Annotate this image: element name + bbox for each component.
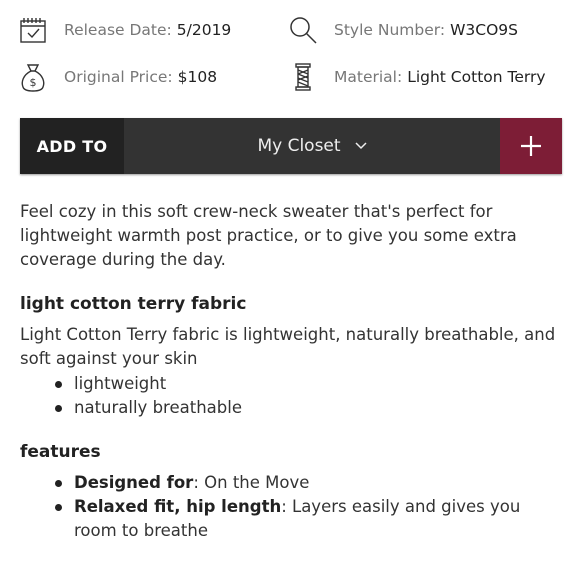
add-plus-button[interactable] [500,118,562,174]
product-description: Feel cozy in this soft crew-neck sweater… [20,202,517,269]
add-to-bar: ADD TO My Closet [20,118,562,174]
original-price: $ Original Price: $108 [18,62,217,92]
release-date: Release Date: 5/2019 [18,15,231,45]
yarn-spool-icon [288,62,318,92]
feature-item: Designed for: On the Move [20,471,550,495]
original-price-value: $108 [177,68,218,86]
list-item: lightweight [20,372,550,396]
features-heading: features [20,442,101,462]
calendar-icon [18,15,48,45]
style-number-label: Style Number: [334,21,446,39]
original-price-label: Original Price: [64,68,173,86]
search-icon [288,15,318,45]
product-meta: Release Date: 5/2019 Style Number: W3CO9… [0,0,580,110]
material: Material: Light Cotton Terry [288,62,546,92]
fabric-list: lightweight naturally breathable [20,372,550,420]
release-date-label: Release Date: [64,21,172,39]
chevron-down-icon [355,142,367,150]
material-label: Material: [334,68,403,86]
release-date-value: 5/2019 [176,21,232,39]
features-list: Designed for: On the Move Relaxed fit, h… [20,471,550,543]
feature-title: Relaxed fit, hip length [74,497,282,516]
plus-icon [521,136,541,156]
fabric-description: Light Cotton Terry fabric is lightweight… [20,325,556,368]
style-number-value: W3CO9S [450,21,518,39]
list-item: naturally breathable [20,396,550,420]
feature-text: : On the Move [193,473,310,492]
fabric-heading: light cotton terry fabric [20,294,247,314]
material-value: Light Cotton Terry [407,68,546,86]
style-number: Style Number: W3CO9S [288,15,518,45]
feature-title: Designed for [74,473,194,492]
closet-select[interactable]: My Closet [124,118,500,174]
money-bag-icon: $ [18,62,48,92]
feature-item: Relaxed fit, hip length: Layers easily a… [20,495,550,543]
add-to-button[interactable]: ADD TO [20,118,124,174]
closet-select-value: My Closet [257,136,341,156]
svg-text:$: $ [30,76,37,89]
